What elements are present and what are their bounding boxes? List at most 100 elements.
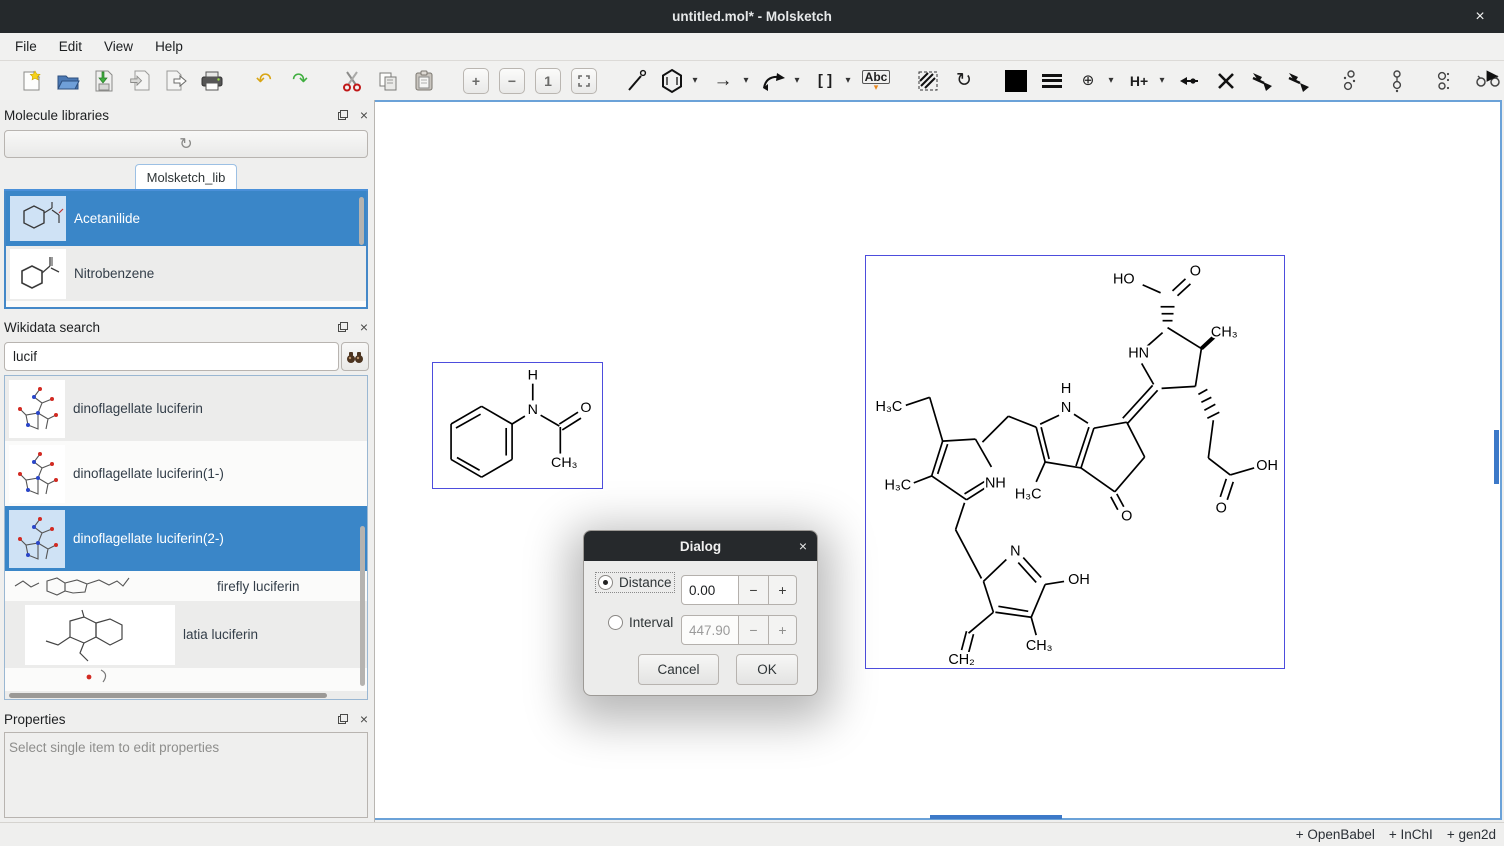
text-tool[interactable]: Abc▾ bbox=[861, 66, 891, 96]
interval-radio[interactable]: Interval bbox=[608, 615, 673, 630]
print-button[interactable] bbox=[197, 66, 227, 96]
cancel-button[interactable]: Cancel bbox=[638, 654, 719, 685]
list-item-dino-luciferin-2[interactable]: dinoflagellate luciferin(2-) bbox=[5, 506, 367, 571]
molecule-luciferin[interactable]: HOOCH₃HNHNH₃CH₃CNHH₃CONOHCH₃CH₂OHO bbox=[865, 255, 1285, 669]
open-file-button[interactable] bbox=[53, 66, 83, 96]
menu-bar: File Edit View Help bbox=[0, 33, 1504, 61]
menu-help[interactable]: Help bbox=[144, 35, 194, 58]
dialog-close-button[interactable]: × bbox=[799, 538, 807, 554]
bracket-tool-dropdown[interactable]: ▾ bbox=[841, 66, 855, 96]
dialog-titlebar[interactable]: Dialog × bbox=[584, 531, 817, 561]
undo-button[interactable]: ↶ bbox=[249, 66, 279, 96]
list-item-acetanilide[interactable]: Acetanilide bbox=[6, 191, 366, 246]
list-item-partial[interactable] bbox=[5, 668, 367, 688]
svg-text:O: O bbox=[1216, 501, 1227, 517]
menu-edit[interactable]: Edit bbox=[48, 35, 93, 58]
libraries-panel-title: Molecule libraries bbox=[4, 108, 109, 123]
cut-button[interactable] bbox=[337, 66, 367, 96]
panel-close-icon[interactable]: × bbox=[360, 108, 368, 122]
align-molecules-tool[interactable] bbox=[1382, 66, 1412, 96]
copy-button[interactable] bbox=[373, 66, 403, 96]
ok-button[interactable]: OK bbox=[736, 654, 798, 685]
list-item-latia-luciferin[interactable]: latia luciferin bbox=[5, 601, 367, 668]
mechanism-arrow-tool[interactable] bbox=[759, 66, 789, 96]
panel-float-icon[interactable] bbox=[338, 322, 348, 332]
molecule-thumbnail bbox=[10, 196, 66, 241]
menu-view[interactable]: View bbox=[93, 35, 144, 58]
main-toolbar: ↶ ↷ + − 1 ▾ → ▾ ▾ [ ] ▾ Abc▾ ↻ ⊕ ▾ H+ ▾ bbox=[0, 61, 1504, 100]
svg-text:CH₂: CH₂ bbox=[948, 652, 974, 668]
wedge-bond-tool[interactable] bbox=[1247, 66, 1277, 96]
mechanism-arrow-dropdown[interactable]: ▾ bbox=[790, 66, 804, 96]
add-hydrogen-tool[interactable] bbox=[1175, 66, 1205, 96]
wikidata-scrollbar-vertical[interactable] bbox=[360, 526, 365, 686]
window-close-button[interactable]: × bbox=[1466, 0, 1494, 33]
redo-button[interactable]: ↷ bbox=[285, 66, 315, 96]
wikidata-scrollbar-horizontal[interactable] bbox=[5, 691, 367, 699]
molecule-acetanilide[interactable]: HNOCH₃ bbox=[432, 362, 603, 489]
toolbar-overflow-button[interactable]: ▶ bbox=[1486, 66, 1498, 84]
charge-molecule-tool[interactable] bbox=[1429, 66, 1459, 96]
radio-selected-icon bbox=[598, 575, 613, 590]
zoom-in-button[interactable]: + bbox=[461, 66, 491, 96]
panel-close-icon[interactable]: × bbox=[360, 712, 368, 726]
distance-plus-button[interactable]: + bbox=[769, 575, 797, 605]
radio-unselected-icon bbox=[608, 615, 623, 630]
library-refresh-button[interactable]: ↻ bbox=[4, 130, 368, 158]
charge-tool[interactable]: ⊕ bbox=[1073, 66, 1103, 96]
svg-text:H₃C: H₃C bbox=[885, 478, 912, 494]
ring-tool-dropdown[interactable]: ▾ bbox=[688, 66, 702, 96]
hydrogen-tool-dropdown[interactable]: ▾ bbox=[1155, 66, 1169, 96]
molecule-thumbnail bbox=[9, 380, 65, 438]
canvas-vertical-scrollbar[interactable] bbox=[1494, 430, 1499, 484]
delete-tool[interactable] bbox=[1211, 66, 1241, 96]
reaction-arrow-dropdown[interactable]: ▾ bbox=[739, 66, 753, 96]
list-item-firefly-luciferin[interactable]: firefly luciferin bbox=[5, 571, 367, 601]
import-button[interactable] bbox=[125, 66, 155, 96]
canvas-horizontal-scrollbar[interactable] bbox=[930, 815, 1062, 819]
distance-radio[interactable]: Distance bbox=[598, 575, 672, 590]
ring-tool[interactable] bbox=[657, 66, 687, 96]
svg-text:O: O bbox=[1121, 509, 1132, 525]
paste-button[interactable] bbox=[409, 66, 439, 96]
hydrogen-tool[interactable]: H+ bbox=[1124, 66, 1154, 96]
zoom-reset-button[interactable]: 1 bbox=[533, 66, 563, 96]
properties-panel-body: Select single item to edit properties bbox=[4, 732, 368, 818]
tab-molsketch-lib[interactable]: Molsketch_lib bbox=[135, 164, 237, 190]
panel-float-icon[interactable] bbox=[338, 714, 348, 724]
rotate-tool[interactable]: ↻ bbox=[949, 66, 979, 96]
panel-float-icon[interactable] bbox=[338, 110, 348, 120]
svg-text:HN: HN bbox=[1128, 345, 1149, 361]
list-item-dino-luciferin-1[interactable]: dinoflagellate luciferin(1-) bbox=[5, 441, 367, 506]
list-item-nitrobenzene[interactable]: Nitrobenzene bbox=[6, 246, 366, 301]
bracket-tool[interactable]: [ ] bbox=[810, 66, 840, 96]
status-gen2d: + gen2d bbox=[1447, 827, 1496, 842]
draw-bond-tool[interactable] bbox=[621, 66, 651, 96]
drawing-canvas[interactable]: HNOCH₃ HOOCH₃HNHNH₃CH₃CNHH₃CONOHCH₃CH₂OH… bbox=[375, 100, 1502, 820]
reaction-arrow-tool[interactable]: → bbox=[708, 66, 738, 96]
library-scrollbar[interactable] bbox=[359, 197, 364, 245]
hash-bond-tool[interactable] bbox=[1283, 66, 1313, 96]
selection-hatch-tool[interactable] bbox=[913, 66, 943, 96]
line-width-button[interactable] bbox=[1037, 66, 1067, 96]
wikidata-search-button[interactable] bbox=[341, 342, 369, 371]
svg-text:H₃C: H₃C bbox=[1015, 487, 1042, 503]
optimize-structure-tool[interactable] bbox=[1335, 66, 1365, 96]
distance-value[interactable]: 0.00 bbox=[681, 575, 739, 605]
export-button[interactable] bbox=[161, 66, 191, 96]
svg-text:N: N bbox=[528, 402, 538, 418]
panel-close-icon[interactable]: × bbox=[360, 320, 368, 334]
new-file-button[interactable] bbox=[17, 66, 47, 96]
interval-value[interactable]: 447.90 bbox=[681, 615, 739, 645]
menu-file[interactable]: File bbox=[4, 35, 48, 58]
distance-minus-button[interactable]: − bbox=[739, 575, 769, 605]
save-button[interactable] bbox=[89, 66, 119, 96]
interval-minus-button[interactable]: − bbox=[739, 615, 769, 645]
wikidata-search-input[interactable]: lucif bbox=[4, 342, 339, 371]
charge-tool-dropdown[interactable]: ▾ bbox=[1104, 66, 1118, 96]
color-picker-button[interactable] bbox=[1001, 66, 1031, 96]
zoom-fit-button[interactable] bbox=[569, 66, 599, 96]
list-item-dino-luciferin[interactable]: dinoflagellate luciferin bbox=[5, 376, 367, 441]
interval-plus-button[interactable]: + bbox=[769, 615, 797, 645]
zoom-out-button[interactable]: − bbox=[497, 66, 527, 96]
